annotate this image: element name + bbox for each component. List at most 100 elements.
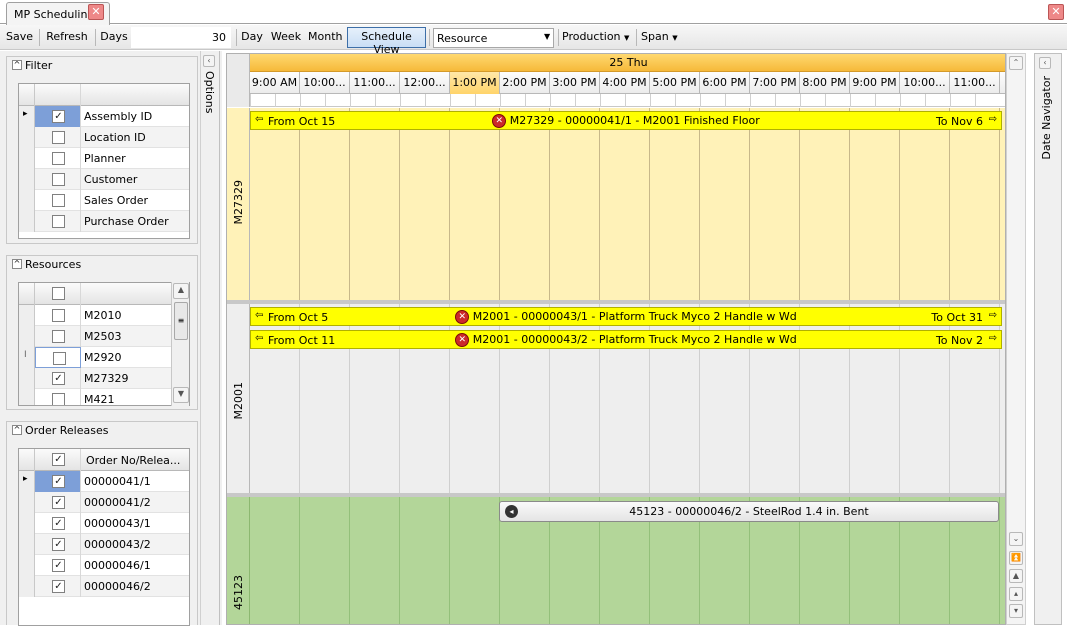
close-tab-icon[interactable]: ✕	[88, 4, 104, 20]
row-checkbox[interactable]	[52, 131, 65, 144]
row-checkbox[interactable]: ✓	[52, 580, 65, 593]
hour-gridline	[299, 497, 300, 624]
row-indicator[interactable]	[19, 190, 35, 211]
row-checkbox[interactable]	[53, 352, 66, 365]
resources-scrollbar[interactable]: ▲ ≡ ▼	[171, 282, 189, 406]
close-window-icon[interactable]: ✕	[1048, 4, 1064, 20]
resource-row[interactable]: M2010	[19, 305, 189, 326]
day-button[interactable]: Day	[240, 28, 264, 47]
resource-row[interactable]: ✓ M27329	[19, 368, 189, 389]
filter-row[interactable]: Planner	[19, 148, 189, 169]
row-checkbox[interactable]	[52, 309, 65, 322]
row-indicator[interactable]	[19, 555, 35, 576]
order-release-row[interactable]: ✓ 00000041/2	[19, 492, 189, 513]
row-indicator[interactable]	[19, 127, 35, 148]
production-bar[interactable]: ⇦ From Oct 5 ✕ M2001 - 00000043/1 - Platfo…	[250, 307, 1002, 326]
row-indicator[interactable]	[19, 389, 35, 405]
row-indicator[interactable]	[19, 169, 35, 190]
hour-gridline	[499, 108, 500, 300]
up-icon[interactable]: ▴	[1009, 587, 1023, 601]
select-all-checkbox[interactable]: ✓	[52, 453, 65, 466]
row-checkbox[interactable]: ✓	[52, 496, 65, 509]
scroll-up-icon[interactable]: ⌃	[1009, 56, 1023, 70]
row-indicator[interactable]	[19, 148, 35, 169]
options-strip[interactable]: ‹ Options	[200, 51, 220, 625]
filter-grid-header	[19, 84, 189, 106]
days-input[interactable]: 30	[131, 27, 231, 48]
collapse-icon[interactable]: ^	[12, 259, 22, 269]
resource-row[interactable]: M2503	[19, 326, 189, 347]
order-release-row[interactable]: ✓ 00000046/1	[19, 555, 189, 576]
row-indicator[interactable]: ▸	[19, 106, 35, 127]
row-indicator[interactable]	[19, 326, 35, 347]
schedule-scrollbar[interactable]: ⌃ ⌄ ⏫ ▲ ▴ ▾	[1006, 53, 1026, 625]
filter-row[interactable]: Sales Order	[19, 190, 189, 211]
row-indicator[interactable]: ▸	[19, 471, 35, 492]
row-checkbox[interactable]	[52, 393, 65, 405]
pin-left-icon[interactable]: ‹	[1039, 57, 1051, 69]
collapse-icon[interactable]: ^	[12, 60, 22, 70]
row-checkbox[interactable]	[52, 194, 65, 207]
scroll-up-icon[interactable]: ▲	[173, 283, 189, 299]
row-checkbox[interactable]	[52, 330, 65, 343]
filter-header[interactable]: ^ Filter	[7, 57, 197, 75]
refresh-button[interactable]: Refresh	[44, 28, 90, 47]
week-button[interactable]: Week	[270, 28, 302, 47]
collapse-icon[interactable]: ^	[12, 425, 22, 435]
date-navigator-strip[interactable]: ‹ Date Navigator	[1034, 53, 1062, 625]
save-button[interactable]: Save	[3, 28, 36, 47]
resource-row[interactable]: I M2920	[19, 347, 189, 368]
order-release-row[interactable]: ▸ ✓ 00000041/1	[19, 471, 189, 492]
schedule-view-button[interactable]: Schedule View	[347, 27, 426, 56]
production-bar[interactable]: ⇦ From Oct 15 ✕ M27329 - 00000041/1 - M200…	[250, 111, 1002, 130]
resource-row[interactable]: M421	[19, 389, 189, 405]
month-button[interactable]: Month	[308, 28, 342, 47]
row-checkbox[interactable]	[52, 152, 65, 165]
scroll-down-icon[interactable]: ▼	[173, 387, 189, 403]
filter-row[interactable]: Customer	[19, 169, 189, 190]
row-checkbox[interactable]: ✓	[52, 475, 65, 488]
row-indicator[interactable]	[19, 513, 35, 534]
row-checkbox[interactable]: ✓	[52, 559, 65, 572]
row-indicator[interactable]	[19, 492, 35, 513]
row-indicator[interactable]	[19, 368, 35, 389]
row-indicator[interactable]: I	[19, 347, 35, 368]
filter-row[interactable]: Purchase Order	[19, 211, 189, 232]
row-indicator[interactable]	[19, 576, 35, 597]
select-all-checkbox[interactable]	[52, 287, 65, 300]
span-menu[interactable]: Span ▼	[641, 28, 681, 47]
scroll-down-icon[interactable]: ⌄	[1009, 532, 1023, 546]
resource-name: 45123	[232, 575, 245, 610]
row-checkbox[interactable]	[52, 173, 65, 186]
row-indicator[interactable]	[19, 305, 35, 326]
row-checkbox[interactable]: ✓	[52, 517, 65, 530]
production-bar[interactable]: ◂ 45123 - 00000046/2 - SteelRod 1.4 in. B…	[499, 501, 999, 522]
filter-row[interactable]: ▸ ✓ Assembly ID	[19, 106, 189, 127]
resources-header[interactable]: ^ Resources	[7, 256, 197, 274]
order-release-row[interactable]: ✓ 00000043/1	[19, 513, 189, 534]
row-checkbox[interactable]: ✓	[52, 538, 65, 551]
order-column-header[interactable]: Order No/Relea...	[86, 454, 180, 467]
pin-left-icon[interactable]: ‹	[203, 55, 215, 67]
order-release-row[interactable]: ✓ 00000046/2	[19, 576, 189, 597]
date-header: 25 Thu	[250, 54, 1005, 72]
toolbar-separator	[429, 29, 430, 46]
order-release-row[interactable]: ✓ 00000043/2	[19, 534, 189, 555]
row-label: 00000041/2	[84, 496, 151, 509]
row-indicator[interactable]	[19, 534, 35, 555]
group-by-select[interactable]: Resource ▼	[433, 28, 554, 48]
row-checkbox[interactable]	[52, 215, 65, 228]
filter-row[interactable]: Location ID	[19, 127, 189, 148]
production-menu[interactable]: Production ▼	[562, 28, 632, 47]
row-checkbox[interactable]: ✓	[52, 372, 65, 385]
down-icon[interactable]: ▾	[1009, 604, 1023, 618]
row-checkbox[interactable]: ✓	[52, 110, 65, 123]
time-tick	[400, 94, 401, 107]
order-releases-header[interactable]: ^ Order Releases	[7, 422, 197, 440]
production-bar[interactable]: ⇦ From Oct 11 ✕ M2001 - 00000043/2 - Platf…	[250, 330, 1002, 349]
prev-group-icon[interactable]: ▲	[1009, 569, 1023, 583]
scroll-thumb[interactable]: ≡	[174, 302, 188, 340]
hour-label: 2:00 PM	[500, 72, 550, 94]
first-group-icon[interactable]: ⏫	[1009, 551, 1023, 565]
row-indicator[interactable]	[19, 211, 35, 232]
